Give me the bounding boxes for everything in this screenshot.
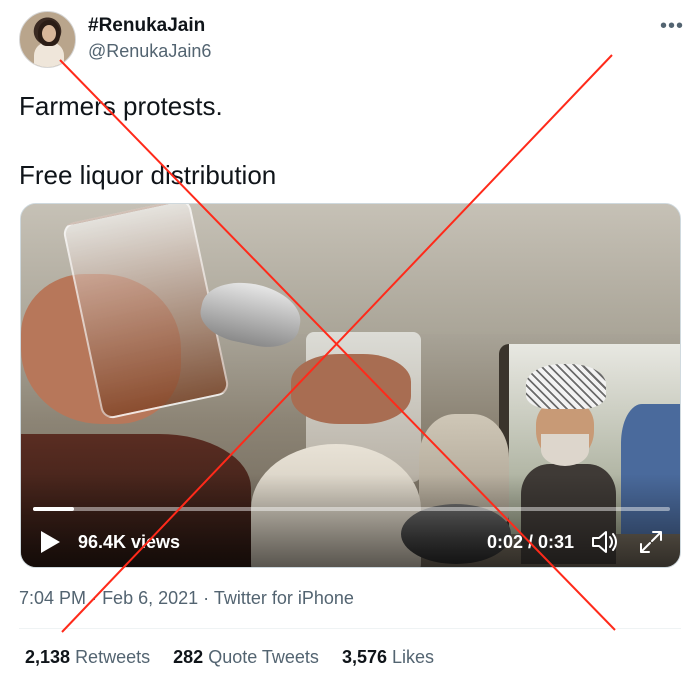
likes-stat[interactable]: 3,576 Likes (342, 647, 434, 667)
tweet-date[interactable]: Feb 6, 2021 (102, 588, 198, 608)
avatar-face (42, 25, 56, 42)
tweet-text-line-1: Farmers protests. (19, 91, 223, 121)
video-progress-fill (33, 507, 75, 511)
quote-tweets-label: Quote Tweets (208, 647, 319, 667)
meta-separator: · (91, 588, 103, 608)
meta-separator: · (203, 588, 214, 608)
video-views: 96.4K views (78, 532, 181, 552)
more-horizontal-icon[interactable]: ••• (660, 15, 684, 38)
avatar[interactable] (19, 11, 76, 68)
tweet-text-line-2: Free liquor distribution (19, 160, 277, 190)
quote-tweets-count: 282 (173, 647, 204, 667)
retweets-label: Retweets (75, 647, 151, 667)
volume-icon[interactable] (591, 529, 621, 555)
author-handle[interactable]: @RenukaJain6 (88, 41, 211, 62)
expand-icon[interactable] (638, 529, 664, 555)
video-scene-arms (291, 354, 411, 424)
author-display-name[interactable]: #RenukaJain (88, 15, 205, 37)
video-scene-turban (526, 364, 606, 409)
likes-count: 3,576 (341, 647, 387, 667)
likes-label: Likes (392, 647, 435, 667)
divider (19, 628, 681, 629)
video-player[interactable]: 96.4K views 0:02 / 0:31 (20, 203, 681, 568)
tweet-stats: 2,138 Retweets 282 Quote Tweets 3,576 Li… (25, 647, 452, 668)
video-time: 0:02 / 0:31 (487, 532, 575, 552)
tweet-source[interactable]: Twitter for iPhone (214, 588, 354, 608)
video-progress-bar[interactable] (33, 507, 670, 511)
retweets-count: 2,138 (25, 647, 71, 667)
video-scene-beard (541, 434, 589, 466)
play-icon[interactable] (39, 530, 61, 554)
video-controls-shade (21, 474, 680, 567)
tweet-meta: 7:04 PM · Feb 6, 2021 · Twitter for iPho… (19, 588, 354, 609)
tweet-time[interactable]: 7:04 PM (19, 588, 86, 608)
tweet-card: #RenukaJain @RenukaJain6 ••• Farmers pro… (0, 0, 700, 687)
retweets-stat[interactable]: 2,138 Retweets (25, 647, 155, 667)
quote-tweets-stat[interactable]: 282 Quote Tweets (173, 647, 324, 667)
